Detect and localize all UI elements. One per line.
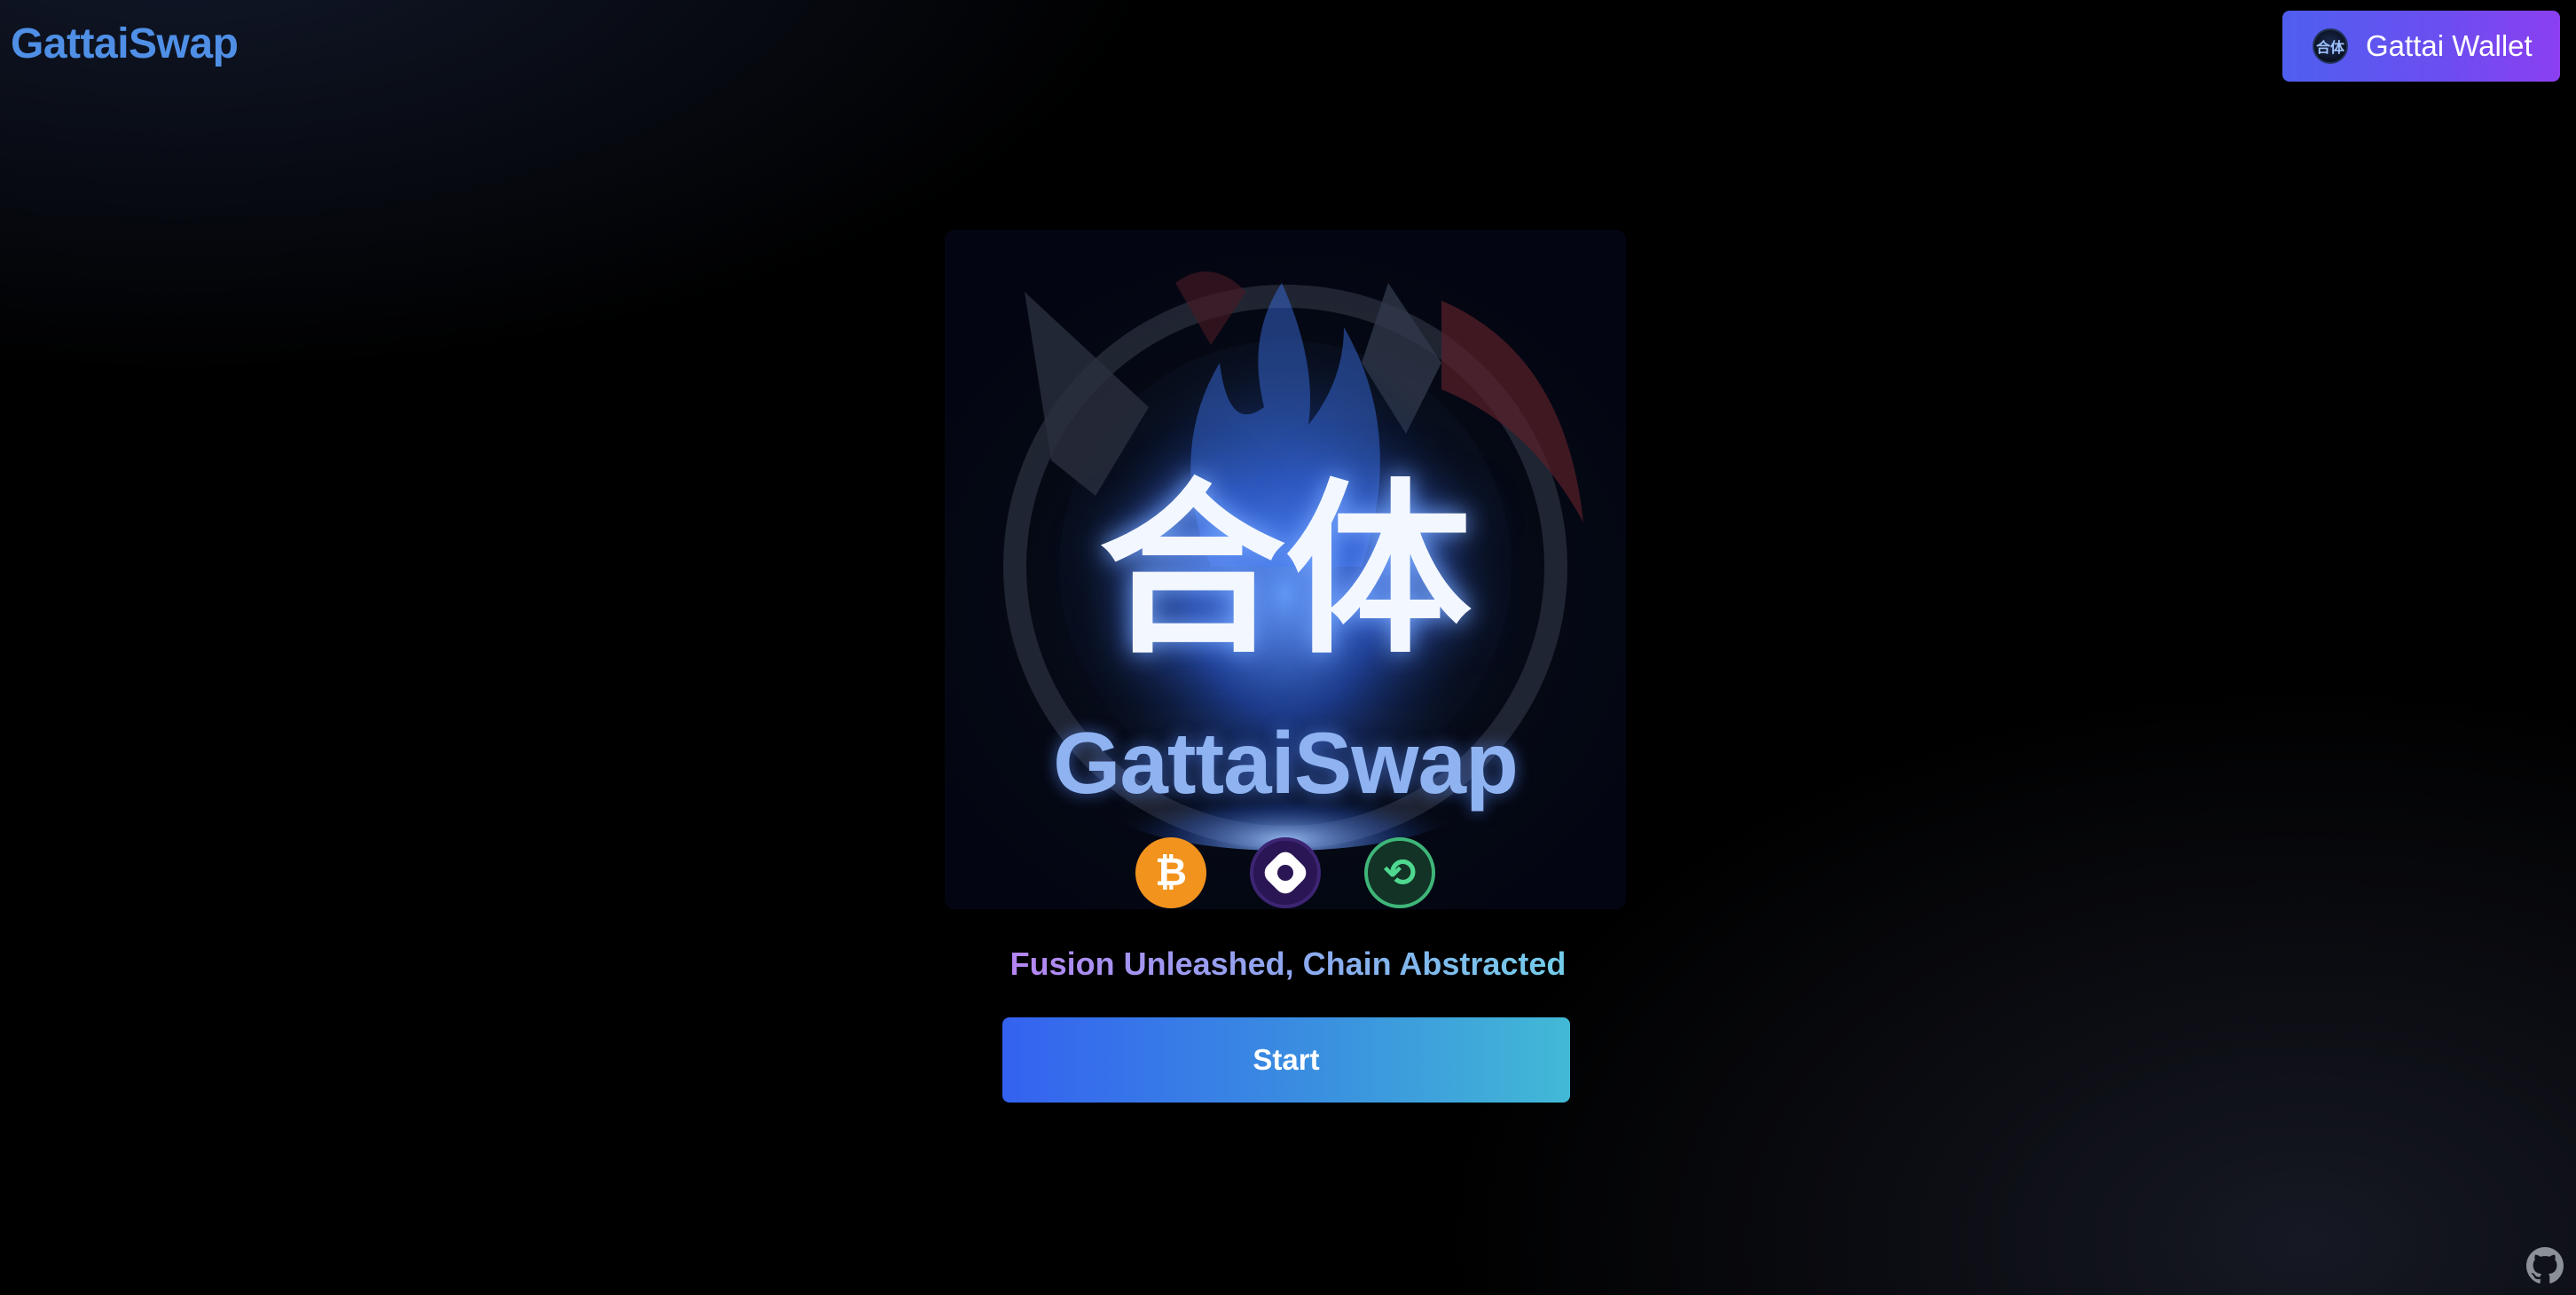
wallet-button-label: Gattai Wallet <box>2366 29 2533 62</box>
hero-logo-card: 合体 GattaiSwap ₿ ⟲ <box>945 230 1626 909</box>
bitcoin-icon: ₿ <box>1135 837 1206 908</box>
brand-logo-text[interactable]: GattaiSwap <box>11 20 239 68</box>
wallet-avatar-icon: 合体 <box>2313 28 2348 64</box>
middle-token-icon <box>1250 837 1321 908</box>
chain-icons-row: ₿ ⟲ <box>945 837 1626 908</box>
start-button[interactable]: Start <box>1002 1017 1570 1103</box>
hero-title: GattaiSwap <box>1053 714 1519 812</box>
wallet-avatar-text: 合体 <box>2315 41 2344 56</box>
link-icon: ⟲ <box>1364 837 1435 908</box>
tagline: Fusion Unleashed, Chain Abstracted <box>1009 946 1567 982</box>
gattai-wallet-button[interactable]: 合体 Gattai Wallet <box>2282 11 2560 82</box>
github-icon[interactable] <box>2526 1247 2564 1284</box>
hero-kanji: 合体 <box>1098 462 1472 679</box>
